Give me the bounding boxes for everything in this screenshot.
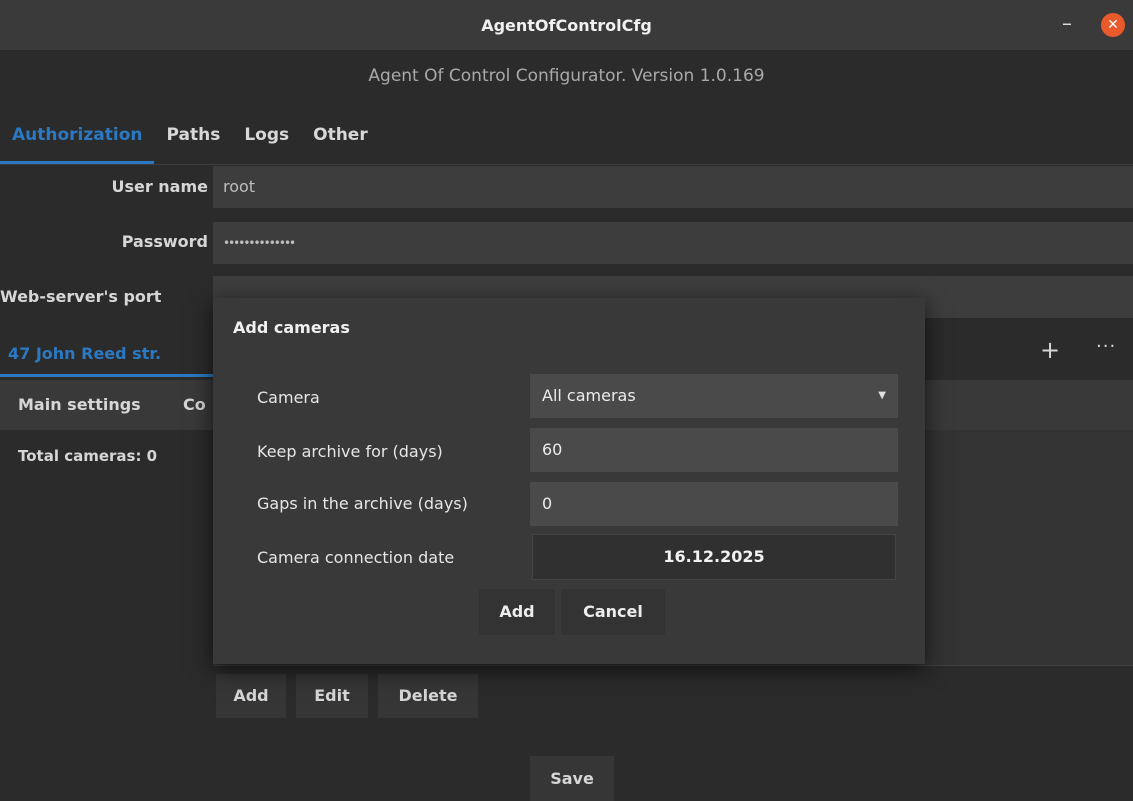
- edit-camera-button[interactable]: Edit: [296, 674, 368, 718]
- camera-select[interactable]: All cameras ▼: [530, 374, 898, 418]
- object-tab-john-reed[interactable]: 47 John Reed str.: [0, 332, 169, 376]
- window-title: AgentOfControlCfg: [481, 15, 652, 35]
- tab-authorization[interactable]: Authorization: [0, 120, 155, 164]
- add-object-icon[interactable]: +: [1040, 336, 1060, 364]
- camera-label: Camera: [257, 388, 320, 407]
- password-label: Password: [121, 232, 208, 251]
- keep-archive-field[interactable]: 60: [530, 428, 898, 472]
- add-cameras-dialog: Add cameras Camera All cameras ▼ Keep ar…: [213, 298, 925, 664]
- object-tab-underline: [0, 374, 213, 377]
- version-text: Agent Of Control Configurator. Version 1…: [368, 66, 765, 86]
- keep-archive-label: Keep archive for (days): [257, 442, 443, 461]
- tab-paths[interactable]: Paths: [154, 120, 232, 164]
- dialog-title: Add cameras: [233, 318, 350, 337]
- chevron-down-icon: ▼: [878, 390, 886, 401]
- tab-logs[interactable]: Logs: [232, 120, 301, 164]
- gaps-field[interactable]: 0: [530, 482, 898, 526]
- minimize-icon[interactable]: –: [1055, 12, 1079, 36]
- password-field[interactable]: ••••••••••••••: [213, 222, 1133, 264]
- dialog-cancel-button[interactable]: Cancel: [561, 589, 665, 635]
- object-tabs: 47 John Reed str.: [0, 332, 169, 376]
- more-options-icon[interactable]: ···: [1096, 336, 1116, 357]
- close-icon[interactable]: ✕: [1101, 13, 1125, 37]
- dialog-add-button[interactable]: Add: [479, 589, 555, 635]
- delete-camera-button[interactable]: Delete: [378, 674, 478, 718]
- main-window: Agent Of Control Configurator. Version 1…: [0, 50, 1133, 801]
- add-camera-button[interactable]: Add: [216, 674, 286, 718]
- tab-other[interactable]: Other: [301, 120, 380, 164]
- settings-tabs: Authorization Paths Logs Other: [0, 120, 380, 164]
- connection-date-field[interactable]: 16.12.2025: [532, 534, 896, 580]
- title-bar: AgentOfControlCfg – ✕: [0, 0, 1133, 50]
- total-cameras-label: Total cameras: 0: [18, 447, 158, 465]
- save-button[interactable]: Save: [530, 756, 614, 801]
- username-field[interactable]: root: [213, 166, 1133, 208]
- gaps-label: Gaps in the archive (days): [257, 494, 468, 513]
- camera-select-value: All cameras: [542, 386, 636, 405]
- tabs-divider: [0, 164, 1133, 165]
- username-label: User name: [111, 177, 208, 196]
- connection-date-label: Camera connection date: [257, 548, 455, 567]
- tab-main-settings[interactable]: Main settings: [18, 380, 141, 430]
- port-label: Web-server's port: [0, 287, 162, 306]
- tab-cameras-partial[interactable]: Co: [183, 380, 206, 430]
